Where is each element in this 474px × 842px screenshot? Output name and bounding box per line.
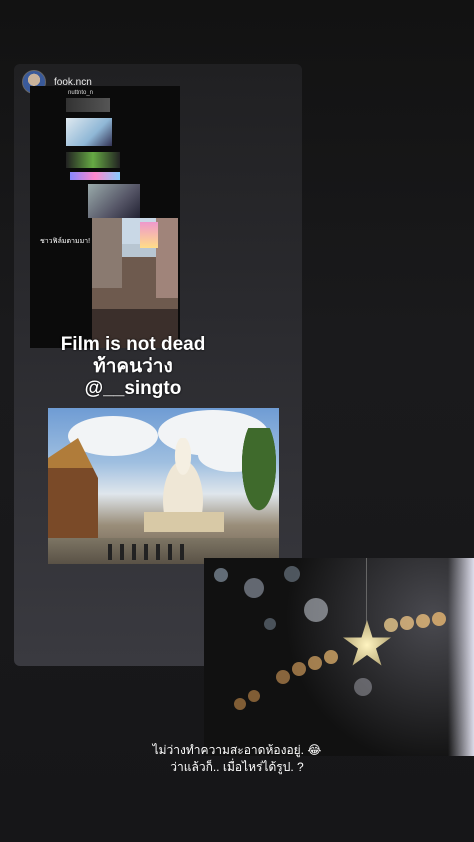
bokeh-star-photo bbox=[204, 558, 474, 756]
mini-photo-thumbnail bbox=[66, 118, 112, 146]
mini-story-caption: ชาวฟิล์มตามมา! bbox=[40, 238, 91, 245]
mention-tag[interactable]: @__singto bbox=[0, 378, 266, 400]
title-line: Film is not dead bbox=[60, 334, 206, 355]
mini-story-username: nuttnto_n bbox=[68, 90, 94, 96]
mini-sticker bbox=[66, 98, 110, 112]
mini-street-photo bbox=[92, 218, 178, 348]
temple-photo bbox=[48, 408, 279, 564]
mini-sticker bbox=[70, 172, 120, 180]
caption-line: ว่าแล้วก็.. เมื่อไหร่ได้รูป. ? bbox=[170, 760, 304, 774]
caption-line: ไม่ว่างทำความสะอาดห้องอยู่. 😂 bbox=[152, 743, 322, 757]
story-caption: ไม่ว่างทำความสะอาดห้องอยู่. 😂 ว่าแล้วก็.… bbox=[0, 742, 474, 776]
story-title-text: Film is not dead ท้าคนว่าง @__singto bbox=[0, 334, 266, 400]
mini-story-screenshot: nuttnto_n ชาวฟิล์มตามมา! bbox=[30, 86, 180, 348]
mini-photo-thumbnail bbox=[88, 184, 140, 218]
mini-sticker bbox=[66, 152, 120, 168]
title-line: ท้าคนว่าง bbox=[93, 356, 173, 377]
